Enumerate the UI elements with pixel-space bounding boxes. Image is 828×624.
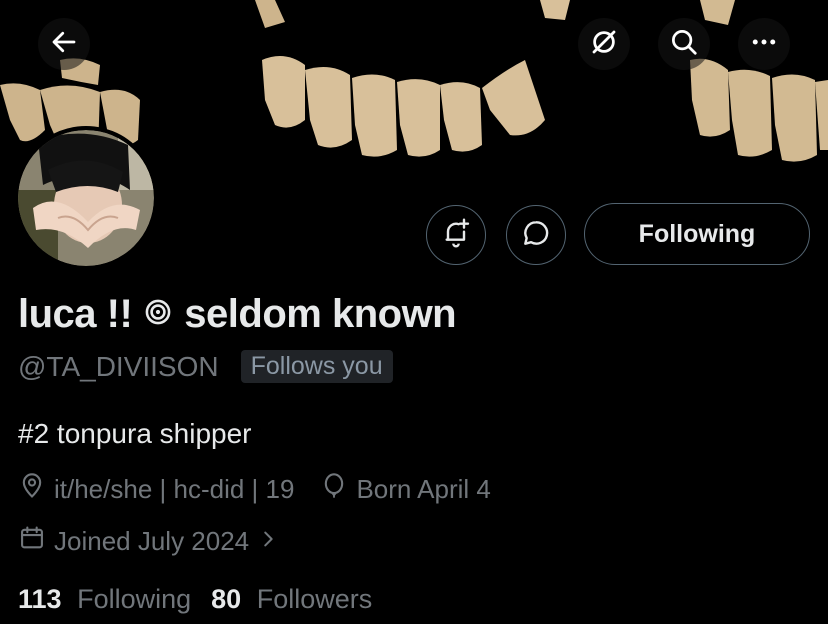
message-button[interactable] <box>506 205 566 265</box>
followers-stat[interactable]: 80 Followers <box>211 584 372 615</box>
display-name: luca !! seldom known <box>18 292 457 337</box>
following-count: 113 <box>18 584 62 614</box>
bio: #2 tonpura shipper <box>18 418 252 449</box>
balloon-icon <box>320 472 348 507</box>
followers-stat-label: Followers <box>256 584 373 614</box>
birthday-item: Born April 4 <box>320 472 491 507</box>
calendar-icon <box>18 524 46 559</box>
follow-stats: 113 Following 80 Followers <box>18 584 372 615</box>
following-button[interactable]: Following <box>584 203 810 265</box>
location-pin-icon <box>18 472 46 507</box>
display-name-part1: luca !! <box>18 292 133 336</box>
grok-icon <box>589 27 619 62</box>
avatar[interactable] <box>14 126 158 270</box>
avatar-image <box>18 130 154 266</box>
joined-text: Joined July 2024 <box>54 526 250 556</box>
search-button[interactable] <box>658 18 710 70</box>
location-item: it/he/she | hc-did | 19 <box>18 472 294 507</box>
follows-you-badge: Follows you <box>240 350 393 383</box>
back-button[interactable] <box>38 18 90 70</box>
joined-row[interactable]: Joined July 2024 <box>18 524 279 559</box>
arrow-left-icon <box>49 27 79 62</box>
following-stat[interactable]: 113 Following <box>18 584 191 615</box>
notify-button[interactable] <box>426 205 486 265</box>
location-text: it/he/she | hc-did | 19 <box>54 474 295 504</box>
birthday-text: Born April 4 <box>356 474 491 504</box>
handle-row: @TA_DIVIISON Follows you <box>18 350 393 383</box>
more-dots-icon <box>749 27 779 62</box>
following-stat-label: Following <box>77 584 192 614</box>
bell-plus-icon <box>440 217 472 254</box>
search-icon <box>669 27 699 62</box>
joined-item[interactable]: Joined July 2024 <box>18 524 279 559</box>
chevron-right-icon <box>257 526 279 557</box>
followers-count: 80 <box>211 584 242 614</box>
message-icon <box>520 217 552 254</box>
spiral-icon <box>144 298 172 331</box>
display-name-part2: seldom known <box>184 292 457 336</box>
more-button[interactable] <box>738 18 790 70</box>
grok-button[interactable] <box>578 18 630 70</box>
profile-meta: it/he/she | hc-did | 19 Born April 4 <box>18 472 491 507</box>
handle: @TA_DIVIISON <box>18 350 219 382</box>
